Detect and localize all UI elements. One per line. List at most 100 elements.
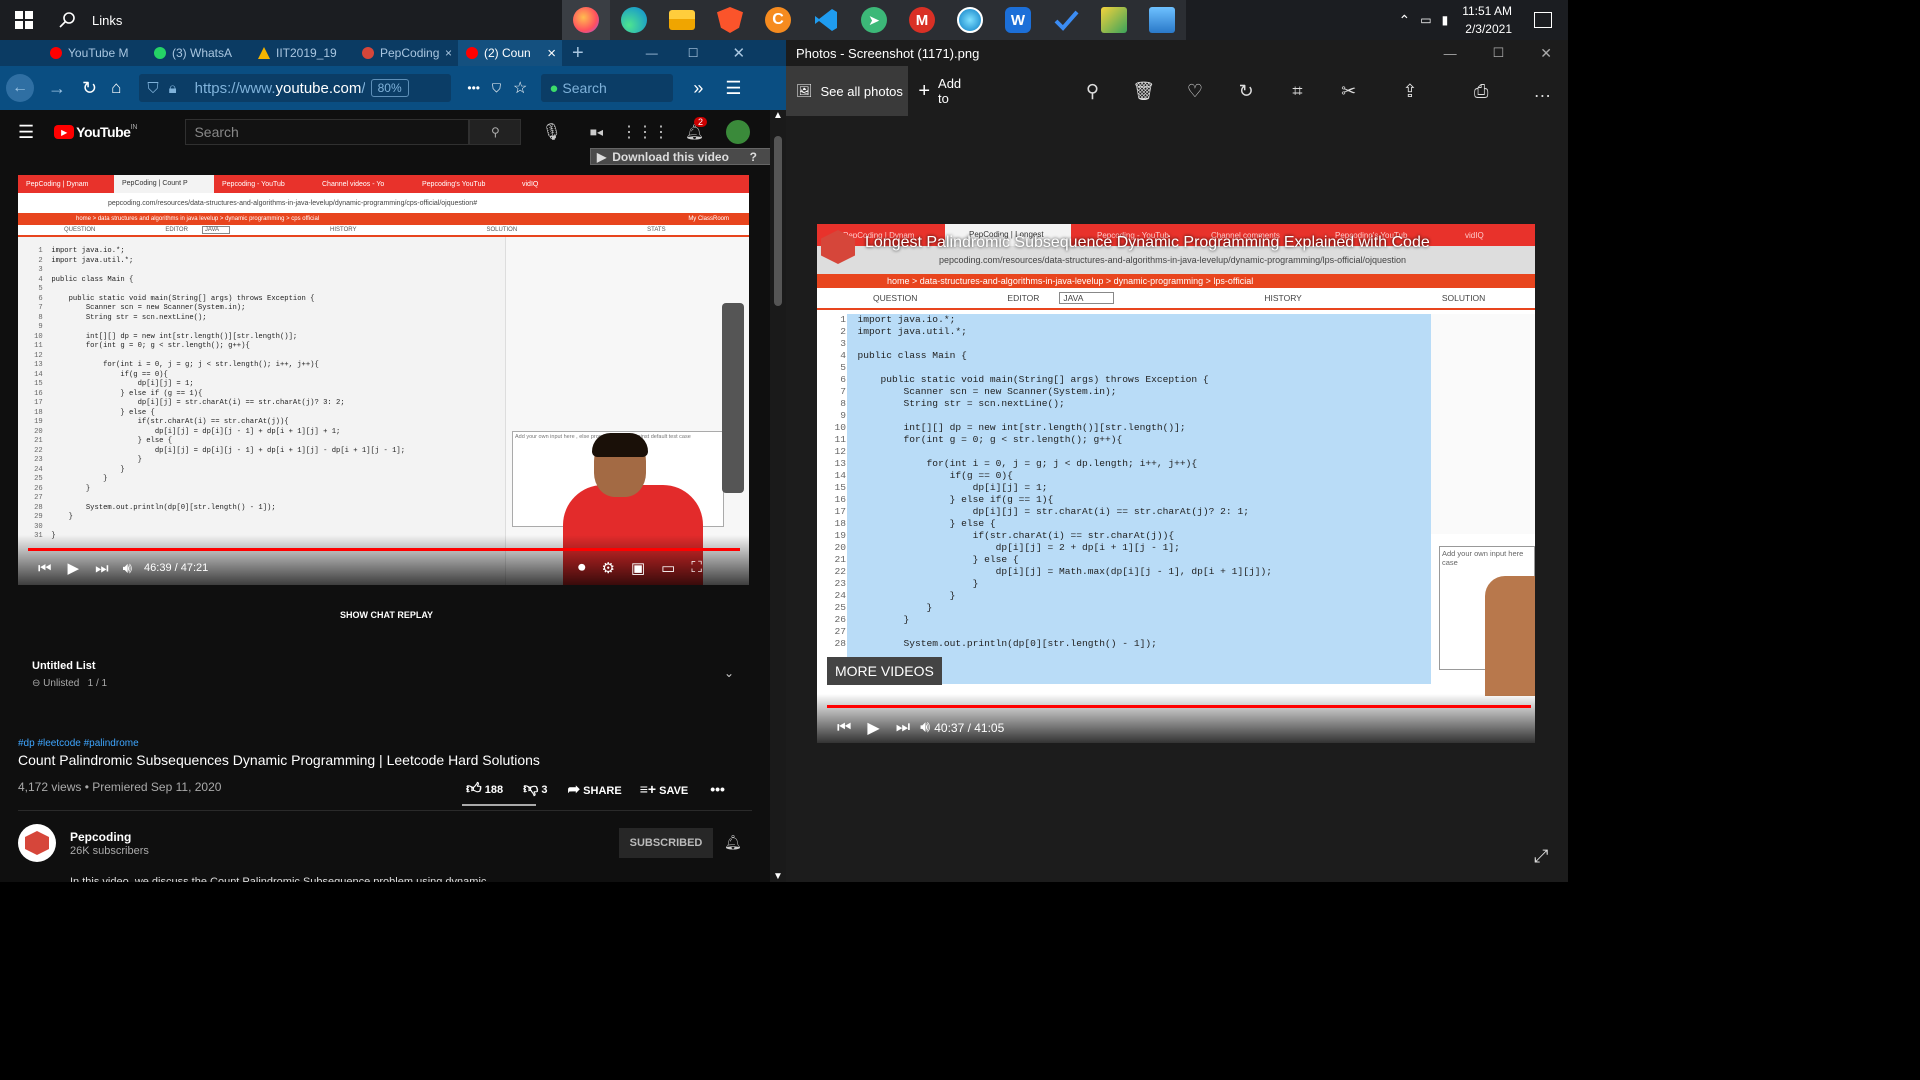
youtube-logo[interactable]: ▶ YouTube IN — [54, 124, 137, 140]
forward-icon[interactable]: → — [48, 78, 66, 99]
network-icon[interactable]: ▭ — [1420, 13, 1431, 27]
search-icon[interactable] — [48, 0, 88, 40]
theater-mode-icon[interactable]: ▭ — [661, 559, 675, 577]
file-explorer-icon[interactable] — [658, 0, 706, 40]
fullscreen-icon[interactable]: ⛶ — [691, 559, 702, 577]
youtube-search-button[interactable]: ⚲ — [469, 119, 522, 145]
maximize-icon[interactable]: ☐ — [1493, 45, 1505, 61]
expand-icon[interactable]: ⤢ — [1534, 846, 1548, 867]
telegram-icon[interactable]: ➤ — [850, 0, 898, 40]
todo-icon[interactable] — [1042, 0, 1090, 40]
brave-icon[interactable] — [706, 0, 754, 40]
channel-name[interactable]: Pepcoding — [70, 830, 131, 844]
browser-tab-whatsapp[interactable]: (3) WhatsA — [146, 40, 250, 66]
url-bar[interactable]: ⛉ 🔒︎ https://www.youtube.com/w 80% — [139, 74, 452, 102]
browser-tab-active-video[interactable]: (2) Coun × — [458, 40, 562, 66]
autoplay-toggle-icon[interactable]: ⏺ — [578, 559, 586, 577]
add-to-button[interactable]: + Add to — [918, 76, 974, 106]
see-all-photos-button[interactable]: 🖼︎ See all photos — [786, 66, 909, 116]
close-window-icon[interactable]: ✕ — [732, 44, 745, 62]
video-player[interactable]: PepCoding | Dynam PepCoding | Count P Pe… — [18, 175, 749, 585]
reload-icon[interactable]: ↻ — [82, 78, 97, 99]
more-actions-icon[interactable]: ••• — [710, 781, 725, 797]
create-video-icon[interactable]: ■◂ — [590, 125, 603, 139]
bookmark-star-icon[interactable]: ☆ — [513, 78, 527, 98]
hamburger-menu-icon[interactable]: ☰ — [725, 78, 741, 99]
share-icon[interactable]: ⇪ — [1384, 66, 1435, 116]
miniplayer-icon[interactable]: ▣ — [631, 559, 645, 577]
maximize-icon[interactable]: ☐ — [688, 46, 699, 60]
edit-icon[interactable]: ✂ — [1323, 66, 1374, 116]
playlist-panel[interactable]: Untitled List ⊖ Unlisted 1 / 1 — [32, 660, 107, 689]
shield-icon[interactable]: ⛉ — [147, 80, 158, 97]
chevron-up-icon[interactable]: ⌃ — [1399, 12, 1411, 29]
microphone-icon[interactable]: 🎙︎ — [541, 122, 561, 142]
play-icon[interactable]: ▶ — [68, 559, 80, 577]
gmail-icon[interactable]: M — [898, 0, 946, 40]
back-icon[interactable]: ← — [6, 74, 34, 102]
page-actions-icon[interactable]: ••• — [467, 81, 480, 95]
rotate-icon[interactable]: ↻ — [1221, 66, 1272, 116]
minimize-icon[interactable]: — — [646, 46, 658, 60]
page-scrollbar[interactable]: ▲ ▼ — [770, 110, 786, 882]
overflow-chevron-icon[interactable]: » — [693, 78, 703, 99]
zoom-icon[interactable]: ⚲ — [1067, 66, 1118, 116]
more-options-icon[interactable]: … — [1517, 66, 1568, 116]
notification-bell-icon[interactable]: 🔔︎ — [724, 834, 742, 851]
spreadsheet-app-icon[interactable] — [1090, 0, 1138, 40]
battery-icon[interactable]: ▮ — [1442, 13, 1449, 27]
globe-app-icon[interactable] — [946, 0, 994, 40]
like-button[interactable]: 👍︎ 188 — [466, 780, 503, 798]
delete-icon[interactable]: 🗑︎ — [1118, 66, 1169, 116]
notification-center-icon[interactable] — [1534, 12, 1552, 28]
scroll-up-icon[interactable]: ▲ — [773, 110, 783, 121]
show-chat-replay-button[interactable]: SHOW CHAT REPLAY — [340, 610, 433, 620]
scroll-down-icon[interactable]: ▼ — [773, 871, 783, 882]
help-icon[interactable]: ? — [750, 150, 757, 164]
print-icon[interactable]: ⎙ — [1456, 66, 1507, 116]
close-tab-icon[interactable]: × — [445, 46, 452, 60]
hamburger-menu-icon[interactable]: ☰ — [18, 122, 34, 143]
chevron-down-icon[interactable]: ⌄ — [724, 666, 734, 680]
youtube-search-input[interactable]: Search — [185, 119, 470, 145]
close-tab-icon[interactable]: × — [547, 45, 556, 62]
photos-app-icon[interactable] — [1138, 0, 1186, 40]
favorite-heart-icon[interactable]: ♡ — [1169, 66, 1220, 116]
download-video-bar[interactable]: ▶ Download this video ? ✕ — [590, 148, 786, 165]
channel-avatar[interactable] — [18, 824, 56, 862]
progress-bar[interactable] — [28, 548, 740, 551]
settings-gear-icon[interactable]: ⚙ — [602, 559, 615, 577]
share-button[interactable]: ➦ SHARE — [568, 780, 622, 798]
browser-tab-pepcoding[interactable]: PepCoding × — [354, 40, 458, 66]
browser-search-box[interactable]: ● Search — [541, 74, 674, 102]
save-button[interactable]: ≡+ SAVE — [640, 781, 689, 797]
firefox-icon[interactable] — [562, 0, 610, 40]
scrollbar-thumb[interactable] — [774, 136, 782, 306]
subscribed-button[interactable]: SUBSCRIBED — [619, 828, 713, 858]
line-text: public static void main(String[] args) t… — [857, 374, 1209, 385]
crop-icon[interactable]: ⌗ — [1272, 66, 1323, 116]
minimize-icon[interactable]: — — [1444, 46, 1457, 61]
vscode-icon[interactable] — [802, 0, 850, 40]
pocket-icon[interactable]: ⛉ — [492, 81, 501, 96]
browser-tab-youtube[interactable]: YouTube M — [42, 40, 146, 66]
zoom-level[interactable]: 80% — [370, 79, 409, 97]
browser-tab-drive[interactable]: IIT2019_19 — [250, 40, 354, 66]
notifications-bell-icon[interactable]: 🔔︎ 2 — [685, 117, 708, 141]
apps-grid-icon[interactable]: ⋮⋮⋮ — [621, 122, 669, 142]
home-icon[interactable]: ⌂ — [111, 78, 121, 98]
previous-icon[interactable]: ⏮ — [38, 560, 52, 577]
video-hashtags[interactable]: #dp #leetcode #palindrome — [18, 738, 139, 749]
clock[interactable]: 11:51 AM 2/3/2021 — [1462, 2, 1512, 38]
word-icon[interactable]: W — [994, 0, 1042, 40]
account-avatar[interactable] — [726, 120, 751, 144]
edge-icon[interactable] — [610, 0, 658, 40]
close-window-icon[interactable]: ✕ — [1540, 45, 1552, 62]
next-icon[interactable]: ⏭ — [95, 560, 109, 577]
c-app-icon[interactable]: C — [754, 0, 802, 40]
taskbar-search-label[interactable]: Links — [92, 13, 562, 28]
volume-icon[interactable]: 🔊︎ — [123, 560, 132, 577]
windows-start-icon[interactable] — [0, 0, 48, 40]
dislike-button[interactable]: 👎︎ 3 — [523, 780, 547, 798]
new-tab-icon[interactable]: + — [572, 42, 584, 65]
